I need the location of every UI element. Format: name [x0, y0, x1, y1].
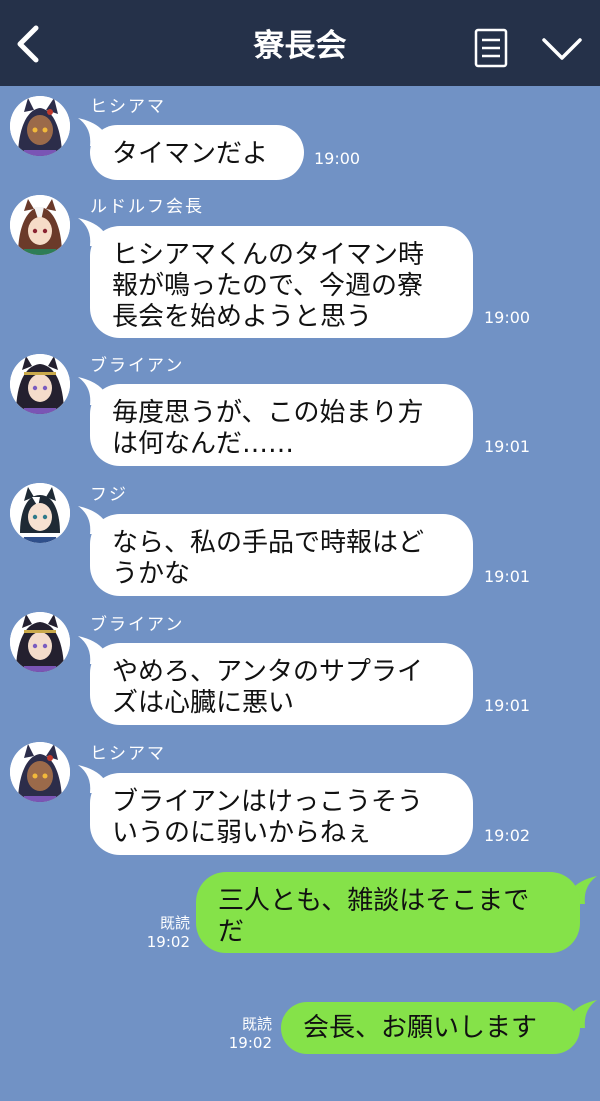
- chat-header: 寮長会: [0, 0, 600, 86]
- message-bubble[interactable]: ブライアンはけっこうそう いうのに弱いからねぇ: [90, 773, 473, 855]
- message-time: 19:01: [484, 437, 531, 456]
- avatar-hishiama[interactable]: [10, 96, 70, 156]
- sender-name: フジ: [90, 485, 128, 505]
- avatar-rudolf[interactable]: [10, 195, 70, 255]
- message-bubble[interactable]: なら、私の手品で時報はど うかな: [90, 514, 473, 596]
- message-time: 19:02: [146, 933, 190, 951]
- read-receipt: 既読 19:02: [140, 914, 190, 952]
- sender-name: ヒシアマ: [90, 97, 166, 117]
- message-bubble[interactable]: 毎度思うが、この始まり方 は何なんだ……: [90, 384, 473, 466]
- brian-avatar-icon: [10, 612, 70, 672]
- hishiama-avatar-icon: [10, 742, 70, 802]
- fuji-avatar-icon: [10, 483, 70, 543]
- more-menu-button[interactable]: [540, 34, 584, 64]
- read-receipt: 既読 19:02: [222, 1015, 272, 1053]
- avatar-hishiama[interactable]: [10, 742, 70, 802]
- message-time: 19:02: [228, 1034, 272, 1052]
- chevron-down-icon: [542, 38, 582, 60]
- chat-title: 寮長会: [253, 28, 347, 64]
- avatar-fuji[interactable]: [10, 483, 70, 543]
- hishiama-avatar-icon: [10, 96, 70, 156]
- message-bubble[interactable]: ヒシアマくんのタイマン時 報が鳴ったので、今週の寮 長会を始めようと思う: [90, 226, 473, 338]
- sender-name: ヒシアマ: [90, 744, 166, 764]
- document-list-icon: [474, 28, 508, 68]
- avatar-brian[interactable]: [10, 354, 70, 414]
- read-label: 既読: [159, 914, 190, 932]
- sender-name: ルドルフ会長: [90, 197, 204, 217]
- message-time: 19:00: [484, 308, 531, 327]
- notes-button[interactable]: [472, 28, 510, 68]
- read-label: 既読: [241, 1015, 272, 1033]
- rudolf-avatar-icon: [10, 195, 70, 255]
- message-time: 19:02: [484, 826, 531, 845]
- message-time: 19:01: [484, 567, 531, 586]
- avatar-brian[interactable]: [10, 612, 70, 672]
- message-bubble[interactable]: 三人とも、雑談はそこまで だ: [196, 872, 580, 953]
- message-bubble[interactable]: タイマンだよ: [90, 125, 304, 180]
- message-bubble[interactable]: 会長、お願いします: [281, 1002, 580, 1054]
- sender-name: ブライアン: [90, 615, 185, 635]
- brian-avatar-icon: [10, 354, 70, 414]
- chevron-left-icon: [17, 25, 39, 63]
- sender-name: ブライアン: [90, 356, 185, 376]
- message-time: 19:00: [314, 149, 361, 168]
- message-bubble[interactable]: やめろ、アンタのサプライ ズは心臓に悪い: [90, 643, 473, 725]
- back-button[interactable]: [8, 22, 48, 66]
- message-time: 19:01: [484, 696, 531, 715]
